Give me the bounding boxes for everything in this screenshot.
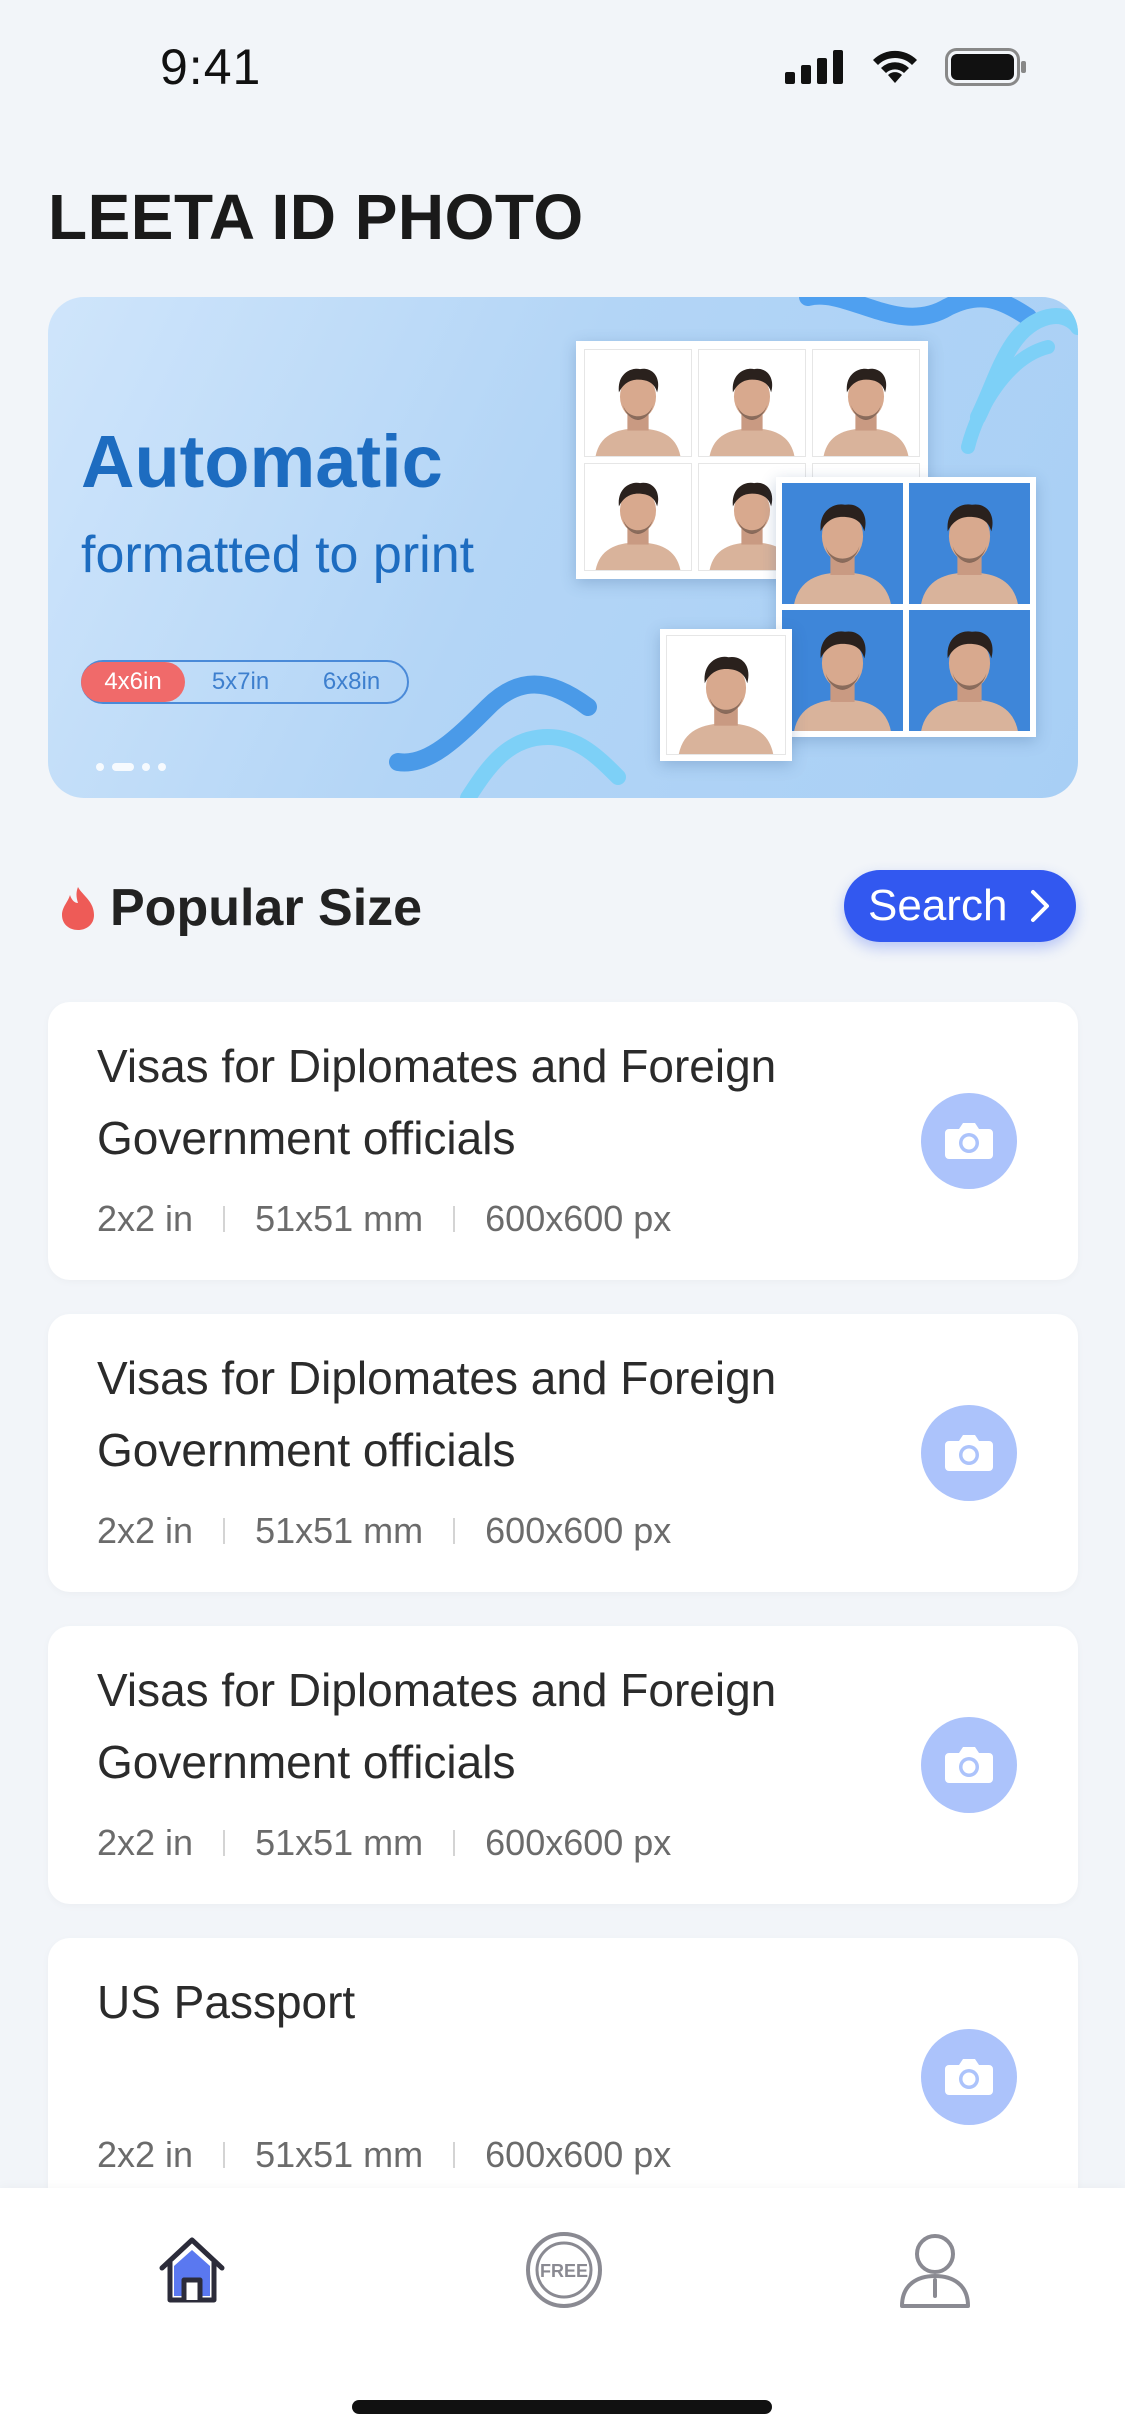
spec-mm: 51x51 mm [255, 1510, 424, 1551]
spec-inches: 2x2 in [97, 1198, 194, 1239]
id-photo-thumbnail [782, 610, 903, 731]
camera-button[interactable] [921, 1717, 1017, 1813]
id-photo-thumbnail [666, 635, 786, 755]
portrait-photo [909, 483, 1030, 604]
popular-size-header: Popular Size [58, 878, 422, 938]
app-title: LEETA ID PHOTO [48, 181, 584, 253]
home-icon [159, 2237, 225, 2303]
card-title: Visas for Diplomates and Foreign Governm… [97, 1352, 777, 1476]
home-indicator [352, 2400, 772, 2414]
tab-bar: FREE [0, 2188, 1125, 2436]
spec-mm: 51x51 mm [255, 1198, 424, 1239]
id-photo-thumbnail [909, 483, 1030, 604]
cellular-signal-icon [785, 50, 843, 84]
print-size-selector: 4x6in 5x7in 6x8in [81, 660, 409, 704]
spec-inches: 2x2 in [97, 2134, 194, 2175]
spec-px: 600x600 px [485, 1198, 672, 1239]
promo-banner[interactable]: Automatic formatted to print 4x6in 5x7in… [48, 297, 1078, 798]
banner-headline: Automatic [81, 420, 443, 503]
spec-inches: 2x2 in [97, 1822, 194, 1863]
divider [223, 1830, 226, 1856]
camera-icon [945, 1747, 993, 1783]
status-icons [785, 48, 1027, 86]
card-title: Visas for Diplomates and Foreign Governm… [97, 1040, 777, 1164]
camera-button[interactable] [921, 2029, 1017, 2125]
id-photo-thumbnail [698, 349, 806, 457]
camera-button[interactable] [921, 1405, 1017, 1501]
divider [223, 1206, 226, 1232]
section-title: Popular Size [110, 879, 423, 937]
tab-profile[interactable] [893, 2228, 977, 2312]
status-time: 9:41 [160, 39, 262, 95]
card-specs: 2x2 in 51x51 mm 600x600 px [97, 1198, 671, 1240]
id-photo-thumbnail [812, 349, 920, 457]
portrait-photo [782, 610, 903, 731]
portrait-photo [585, 464, 691, 570]
photo-single [660, 629, 792, 761]
card-specs: 2x2 in 51x51 mm 600x600 px [97, 1822, 671, 1864]
free-badge-label: FREE [540, 2261, 588, 2281]
portrait-photo [813, 350, 919, 456]
photo-sheet-blue [776, 477, 1036, 737]
id-photo-thumbnail [909, 610, 1030, 731]
status-bar: 9:41 [0, 0, 1125, 132]
carousel-dot [158, 763, 166, 771]
portrait-photo [699, 350, 805, 456]
carousel-dot-active [112, 763, 134, 771]
spec-mm: 51x51 mm [255, 2134, 424, 2175]
size-card[interactable]: Visas for Diplomates and Foreign Governm… [48, 1002, 1078, 1280]
camera-button[interactable] [921, 1093, 1017, 1189]
size-pill-4x6[interactable]: 4x6in [81, 662, 185, 702]
portrait-photo [782, 483, 903, 604]
camera-icon [945, 1435, 993, 1471]
divider [453, 1206, 456, 1232]
search-button-label: Search [868, 881, 1008, 930]
card-title: Visas for Diplomates and Foreign Governm… [97, 1664, 777, 1788]
free-badge-icon: FREE [526, 2232, 602, 2308]
id-photo-thumbnail [782, 483, 903, 604]
spec-px: 600x600 px [485, 1510, 672, 1551]
size-pill-5x7[interactable]: 5x7in [185, 662, 296, 702]
flame-icon [62, 887, 94, 930]
search-button[interactable]: Search [844, 870, 1076, 942]
chevron-right-icon [1031, 890, 1049, 922]
spec-px: 600x600 px [485, 2134, 672, 2175]
carousel-dot [96, 763, 104, 771]
wifi-icon [873, 50, 917, 83]
portrait-photo [909, 610, 1030, 731]
tab-free[interactable]: FREE [522, 2228, 606, 2312]
spec-mm: 51x51 mm [255, 1822, 424, 1863]
id-photo-thumbnail [584, 349, 692, 457]
camera-icon [945, 1123, 993, 1159]
user-icon [900, 2234, 970, 2308]
size-card[interactable]: Visas for Diplomates and Foreign Governm… [48, 1626, 1078, 1904]
card-specs: 2x2 in 51x51 mm 600x600 px [97, 2134, 671, 2176]
id-photo-thumbnail [584, 463, 692, 571]
carousel-dots [96, 763, 166, 771]
tab-home[interactable] [150, 2228, 234, 2312]
portrait-photo [585, 350, 691, 456]
divider [223, 2142, 226, 2168]
banner-subheadline: formatted to print [81, 526, 475, 584]
divider [453, 2142, 456, 2168]
camera-icon [945, 2059, 993, 2095]
size-card[interactable]: US Passport 2x2 in 51x51 mm 600x600 px [48, 1938, 1078, 2216]
size-card[interactable]: Visas for Diplomates and Foreign Governm… [48, 1314, 1078, 1592]
card-title: US Passport [97, 1976, 356, 2028]
size-pill-6x8[interactable]: 6x8in [296, 662, 407, 702]
divider [453, 1830, 456, 1856]
spec-px: 600x600 px [485, 1822, 672, 1863]
spec-inches: 2x2 in [97, 1510, 194, 1551]
divider [453, 1518, 456, 1544]
battery-icon [945, 48, 1026, 86]
carousel-dot [142, 763, 150, 771]
divider [223, 1518, 226, 1544]
card-specs: 2x2 in 51x51 mm 600x600 px [97, 1510, 671, 1552]
portrait-photo [667, 636, 785, 754]
